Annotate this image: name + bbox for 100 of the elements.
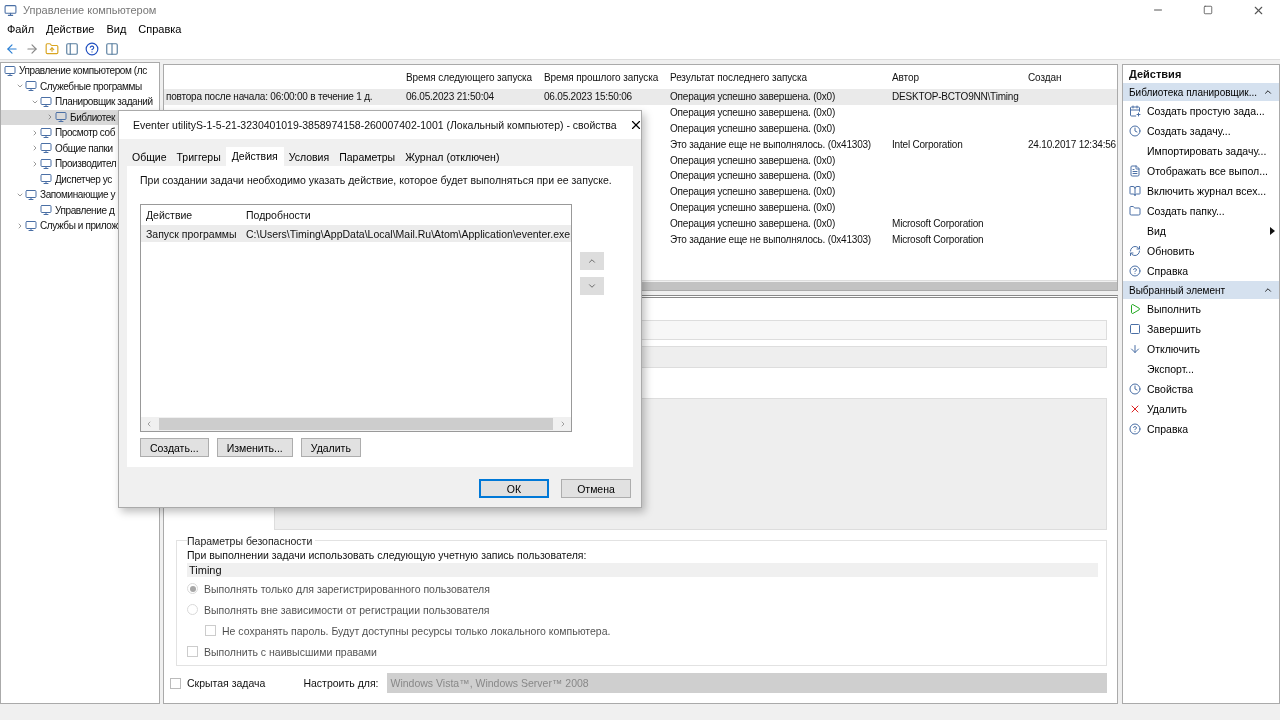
window-title: Управление компьютером bbox=[23, 4, 158, 16]
option-label: Выполнять только для зарегистрированного пользователя bbox=[204, 582, 490, 595]
table-cell-text: Microsoft Corporation bbox=[891, 233, 984, 245]
table-cell-text: Операция успешно завершена. (0x0) bbox=[669, 91, 835, 103]
tab[interactable]: Действия bbox=[225, 147, 284, 166]
node-icon bbox=[25, 188, 37, 201]
table-cell-text: Операция успешно завершена. (0x0) bbox=[669, 107, 835, 119]
column-header[interactable]: Автор bbox=[890, 71, 919, 83]
action-item[interactable]: Создать простую зада... bbox=[1123, 101, 1279, 121]
tab[interactable]: Триггеры bbox=[171, 149, 226, 166]
action-icon bbox=[1129, 303, 1141, 315]
action-item[interactable]: Экспорт... bbox=[1123, 359, 1279, 379]
menu-item[interactable]: Файл bbox=[2, 22, 40, 36]
node-icon bbox=[40, 157, 52, 170]
action-icon bbox=[1129, 343, 1141, 355]
node-icon bbox=[40, 173, 52, 186]
checkbox[interactable] bbox=[170, 677, 181, 689]
action-pane-button[interactable] bbox=[104, 40, 120, 57]
app-icon bbox=[4, 3, 17, 17]
action-icon bbox=[1129, 383, 1141, 395]
action-item[interactable]: Выполнить bbox=[1123, 299, 1279, 319]
tree-item[interactable]: Планировщик заданий bbox=[1, 94, 159, 110]
menu-item[interactable]: Справка bbox=[133, 22, 187, 36]
action-icon bbox=[1129, 205, 1141, 217]
up-folder-button[interactable] bbox=[44, 40, 60, 57]
section-header[interactable]: Выбранный элемент bbox=[1123, 281, 1279, 299]
console-tree-button[interactable] bbox=[64, 40, 80, 57]
dialog-button[interactable]: Удалить bbox=[300, 438, 361, 457]
action-icon bbox=[1129, 125, 1141, 137]
option-label: Выполнять вне зависимости от регистрации пользователя bbox=[204, 603, 490, 616]
submenu-arrow-icon bbox=[1270, 227, 1275, 235]
table-cell-text: Microsoft Corporation bbox=[891, 217, 984, 229]
task-row[interactable]: повтора после начала: 06:00:00 в течение 1 д. 06.05.2023 21:50:04 06.05.2023 15:50:06 Операция успешно завершена. (0x0) DESKTOP-BCTO9NN\Timing bbox=[164, 89, 1117, 105]
horizontal-scrollbar[interactable] bbox=[141, 417, 571, 431]
dialog-button[interactable]: ОК bbox=[479, 479, 549, 498]
action-icon bbox=[1129, 165, 1141, 177]
table-cell-text: Операция успешно завершена. (0x0) bbox=[669, 217, 835, 229]
dialog-button[interactable]: Изменить... bbox=[216, 438, 293, 457]
column-header[interactable]: Результат последнего запуска bbox=[668, 71, 807, 83]
account-field: Timing bbox=[187, 563, 1098, 577]
action-item[interactable]: Отображать все выпол... bbox=[1123, 161, 1279, 181]
menu-item[interactable]: Вид bbox=[101, 22, 132, 36]
action-item[interactable]: Свойства bbox=[1123, 379, 1279, 399]
list-cell-text: C:\Users\Timing\AppData\Local\Mail.Ru\Atom\Application\eventer.exe bbox=[245, 227, 571, 240]
table-cell-text: DESKTOP-BCTO9NN\Timing bbox=[891, 91, 1019, 103]
tab[interactable]: Общие bbox=[127, 149, 172, 166]
action-item[interactable]: Удалить bbox=[1123, 399, 1279, 419]
action-row[interactable]: Запуск программы C:\Users\Timing\AppData\Local\Mail.Ru\Atom\Application\eventer.exe bbox=[141, 225, 571, 242]
action-icon bbox=[1129, 185, 1141, 197]
pane-title: Действия bbox=[1128, 67, 1183, 82]
section-header[interactable]: Библиотека планировщик... bbox=[1123, 83, 1279, 101]
table-cell-text: Это задание еще не выполнялось. (0x41303) bbox=[669, 138, 871, 150]
dialog-button[interactable]: Отмена bbox=[561, 479, 631, 498]
scroll-left-icon[interactable] bbox=[145, 420, 153, 428]
node-icon bbox=[40, 204, 52, 217]
action-item[interactable]: Отключить bbox=[1123, 339, 1279, 359]
tab[interactable]: Журнал (отключен) bbox=[400, 149, 505, 166]
tab[interactable]: Параметры bbox=[334, 149, 401, 166]
action-item[interactable]: Импортировать задачу... bbox=[1123, 141, 1279, 161]
action-icon bbox=[1129, 403, 1141, 415]
column-header[interactable]: Время следующего запуска bbox=[404, 71, 533, 83]
node-icon bbox=[4, 64, 16, 77]
group-title: Параметры безопасности bbox=[187, 535, 316, 547]
table-cell-text: 06.05.2023 15:50:06 bbox=[543, 91, 632, 103]
maximize-icon bbox=[1203, 5, 1213, 15]
table-cell-text: 24.10.2017 12:34:56 bbox=[1027, 138, 1116, 150]
option-label: Скрытая задача bbox=[187, 677, 266, 689]
table-cell-text: Это задание еще не выполнялось. (0x41303) bbox=[669, 233, 871, 245]
description-text: При создании задачи необходимо указать действие, которое будет выполняться при ее запуске. bbox=[140, 174, 613, 186]
action-icon bbox=[1129, 245, 1141, 257]
option-label: Выполнить с наивысшими правами bbox=[204, 645, 377, 658]
column-header[interactable]: Действие bbox=[141, 209, 241, 221]
table-cell-text: повтора после начала: 06:00:00 в течение 1 д. bbox=[165, 91, 373, 103]
action-item[interactable]: Создать задачу... bbox=[1123, 121, 1279, 141]
action-item[interactable]: Создать папку... bbox=[1123, 201, 1279, 221]
help-button[interactable] bbox=[84, 40, 100, 57]
tab[interactable]: Условия bbox=[283, 149, 335, 166]
action-icon bbox=[1129, 265, 1141, 277]
column-header[interactable]: Создан bbox=[1026, 71, 1062, 83]
scroll-right-icon[interactable] bbox=[559, 420, 567, 428]
action-item[interactable]: Справка bbox=[1123, 419, 1279, 439]
list-cell-text: Запуск программы bbox=[145, 227, 238, 240]
account-label: При выполнении задачи использовать следующую учетную запись пользователя: bbox=[187, 549, 588, 561]
tree-item[interactable]: Запоминающие у bbox=[1, 187, 159, 203]
table-cell-text: Операция успешно завершена. (0x0) bbox=[669, 186, 835, 198]
action-item[interactable]: Вид bbox=[1123, 221, 1279, 241]
node-icon bbox=[25, 80, 37, 93]
tree-item[interactable]: Служебные программы bbox=[1, 78, 159, 94]
node-icon bbox=[40, 95, 52, 108]
node-icon bbox=[40, 126, 52, 139]
action-item[interactable]: Завершить bbox=[1123, 319, 1279, 339]
menu-item[interactable]: Действие bbox=[41, 22, 100, 36]
action-item[interactable]: Обновить bbox=[1123, 241, 1279, 261]
action-item[interactable]: Включить журнал всех... bbox=[1123, 181, 1279, 201]
dialog-button[interactable]: Создать... bbox=[140, 438, 209, 457]
column-header[interactable]: Время прошлого запуска bbox=[542, 71, 659, 83]
action-icon bbox=[1129, 105, 1141, 117]
tree-item[interactable]: Управление компьютером (лс bbox=[1, 63, 159, 79]
column-header[interactable]: Подробности bbox=[241, 209, 571, 221]
action-item[interactable]: Справка bbox=[1123, 261, 1279, 281]
